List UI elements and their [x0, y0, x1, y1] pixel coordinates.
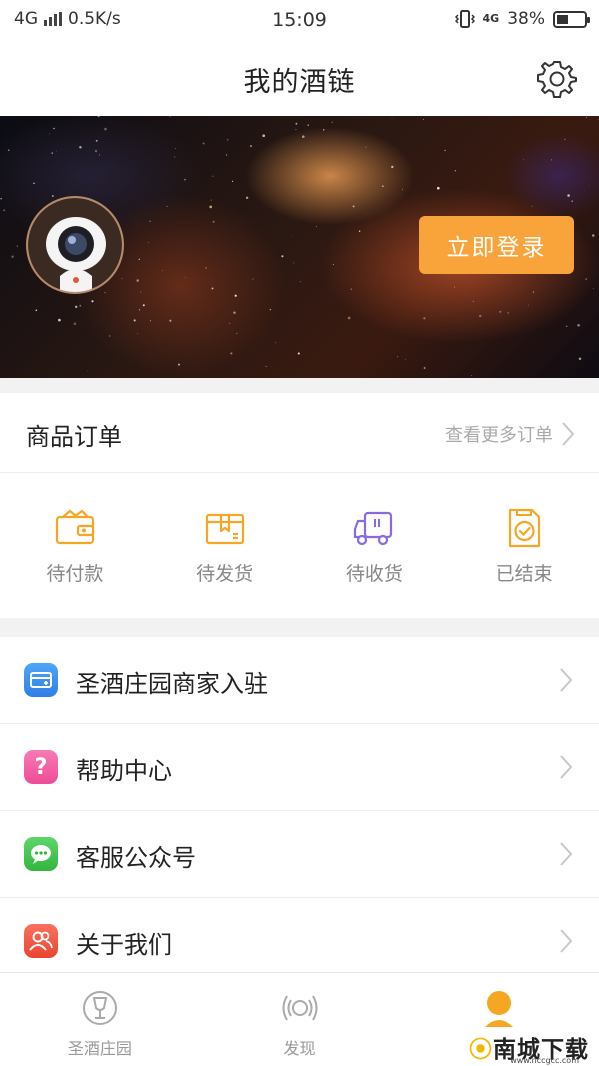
- menu-item-customer-service[interactable]: 客服公众号: [0, 811, 599, 898]
- menu-item-label: 客服公众号: [76, 844, 196, 872]
- watermark-url: www.nccgcc.com: [510, 1056, 579, 1065]
- tab-discover[interactable]: 发现: [200, 973, 400, 1066]
- question-icon: ?: [24, 750, 58, 784]
- chevron-right-icon: [560, 668, 573, 692]
- order-status-awaiting-receipt[interactable]: 待收货: [300, 473, 450, 618]
- order-status-pending-payment[interactable]: 待付款: [0, 473, 150, 618]
- tab-label: 发现: [283, 1039, 316, 1058]
- order-status-label: 待收货: [345, 563, 403, 585]
- settings-menu: 圣酒庄园商家入驻 ? 帮助中心 客服公众号 关于我们: [0, 637, 599, 985]
- user-icon: [485, 991, 514, 1027]
- chevron-right-icon: [562, 422, 575, 446]
- page-title: 我的酒链: [243, 67, 356, 98]
- profile-banner: 立即登录: [0, 116, 599, 378]
- status-bar: 4G 0.5K/s 15:09 4G 38%: [0, 0, 599, 40]
- order-status-label: 待付款: [46, 563, 104, 585]
- avatar[interactable]: [26, 196, 124, 294]
- menu-item-label: 圣酒庄园商家入驻: [76, 670, 268, 698]
- order-status-label: 已结束: [495, 563, 553, 585]
- orders-header: 商品订单 查看更多订单: [0, 393, 599, 473]
- orders-card: 商品订单 查看更多订单 待付款 待发货 待收货 已结束: [0, 393, 599, 618]
- discover-icon: [282, 995, 317, 1021]
- package-icon: [205, 513, 244, 545]
- order-status-awaiting-shipment[interactable]: 待发货: [150, 473, 300, 618]
- chevron-right-icon: [560, 755, 573, 779]
- gear-icon[interactable]: [537, 58, 577, 98]
- chat-icon: [24, 837, 58, 871]
- chevron-right-icon: [560, 842, 573, 866]
- wallet-icon: [55, 509, 94, 545]
- chevron-right-icon: [560, 929, 573, 953]
- view-more-orders-link[interactable]: 查看更多订单: [445, 421, 575, 447]
- order-status-completed[interactable]: 已结束: [449, 473, 599, 618]
- menu-item-label: 关于我们: [76, 931, 172, 959]
- tab-label: 圣酒庄园: [67, 1039, 132, 1058]
- people-icon: [24, 924, 58, 958]
- menu-item-merchant-join[interactable]: 圣酒庄园商家入驻: [0, 637, 599, 724]
- battery-percent: 38%: [507, 9, 545, 29]
- store-icon: [24, 663, 58, 697]
- status-right: 4G 38%: [454, 9, 590, 29]
- view-more-orders-label: 查看更多订单: [445, 425, 553, 446]
- mobile-data-badge: 4G: [482, 12, 500, 25]
- login-button[interactable]: 立即登录: [419, 216, 574, 274]
- orders-title: 商品订单: [26, 423, 122, 451]
- wine-glass-icon: [82, 991, 117, 1025]
- vibrate-icon: [454, 10, 475, 28]
- order-status-label: 待发货: [196, 563, 254, 585]
- menu-item-label: 帮助中心: [76, 757, 172, 785]
- header-bar: 我的酒链: [0, 40, 599, 116]
- robot-camera-avatar: [28, 198, 122, 292]
- check-document-icon: [509, 508, 541, 548]
- truck-icon: [354, 511, 393, 546]
- order-status-list: 待付款 待发货 待收货 已结束: [0, 473, 599, 618]
- tab-wine-estate[interactable]: 圣酒庄园: [0, 973, 200, 1066]
- battery-icon: [553, 10, 590, 28]
- menu-item-help-center[interactable]: ? 帮助中心: [0, 724, 599, 811]
